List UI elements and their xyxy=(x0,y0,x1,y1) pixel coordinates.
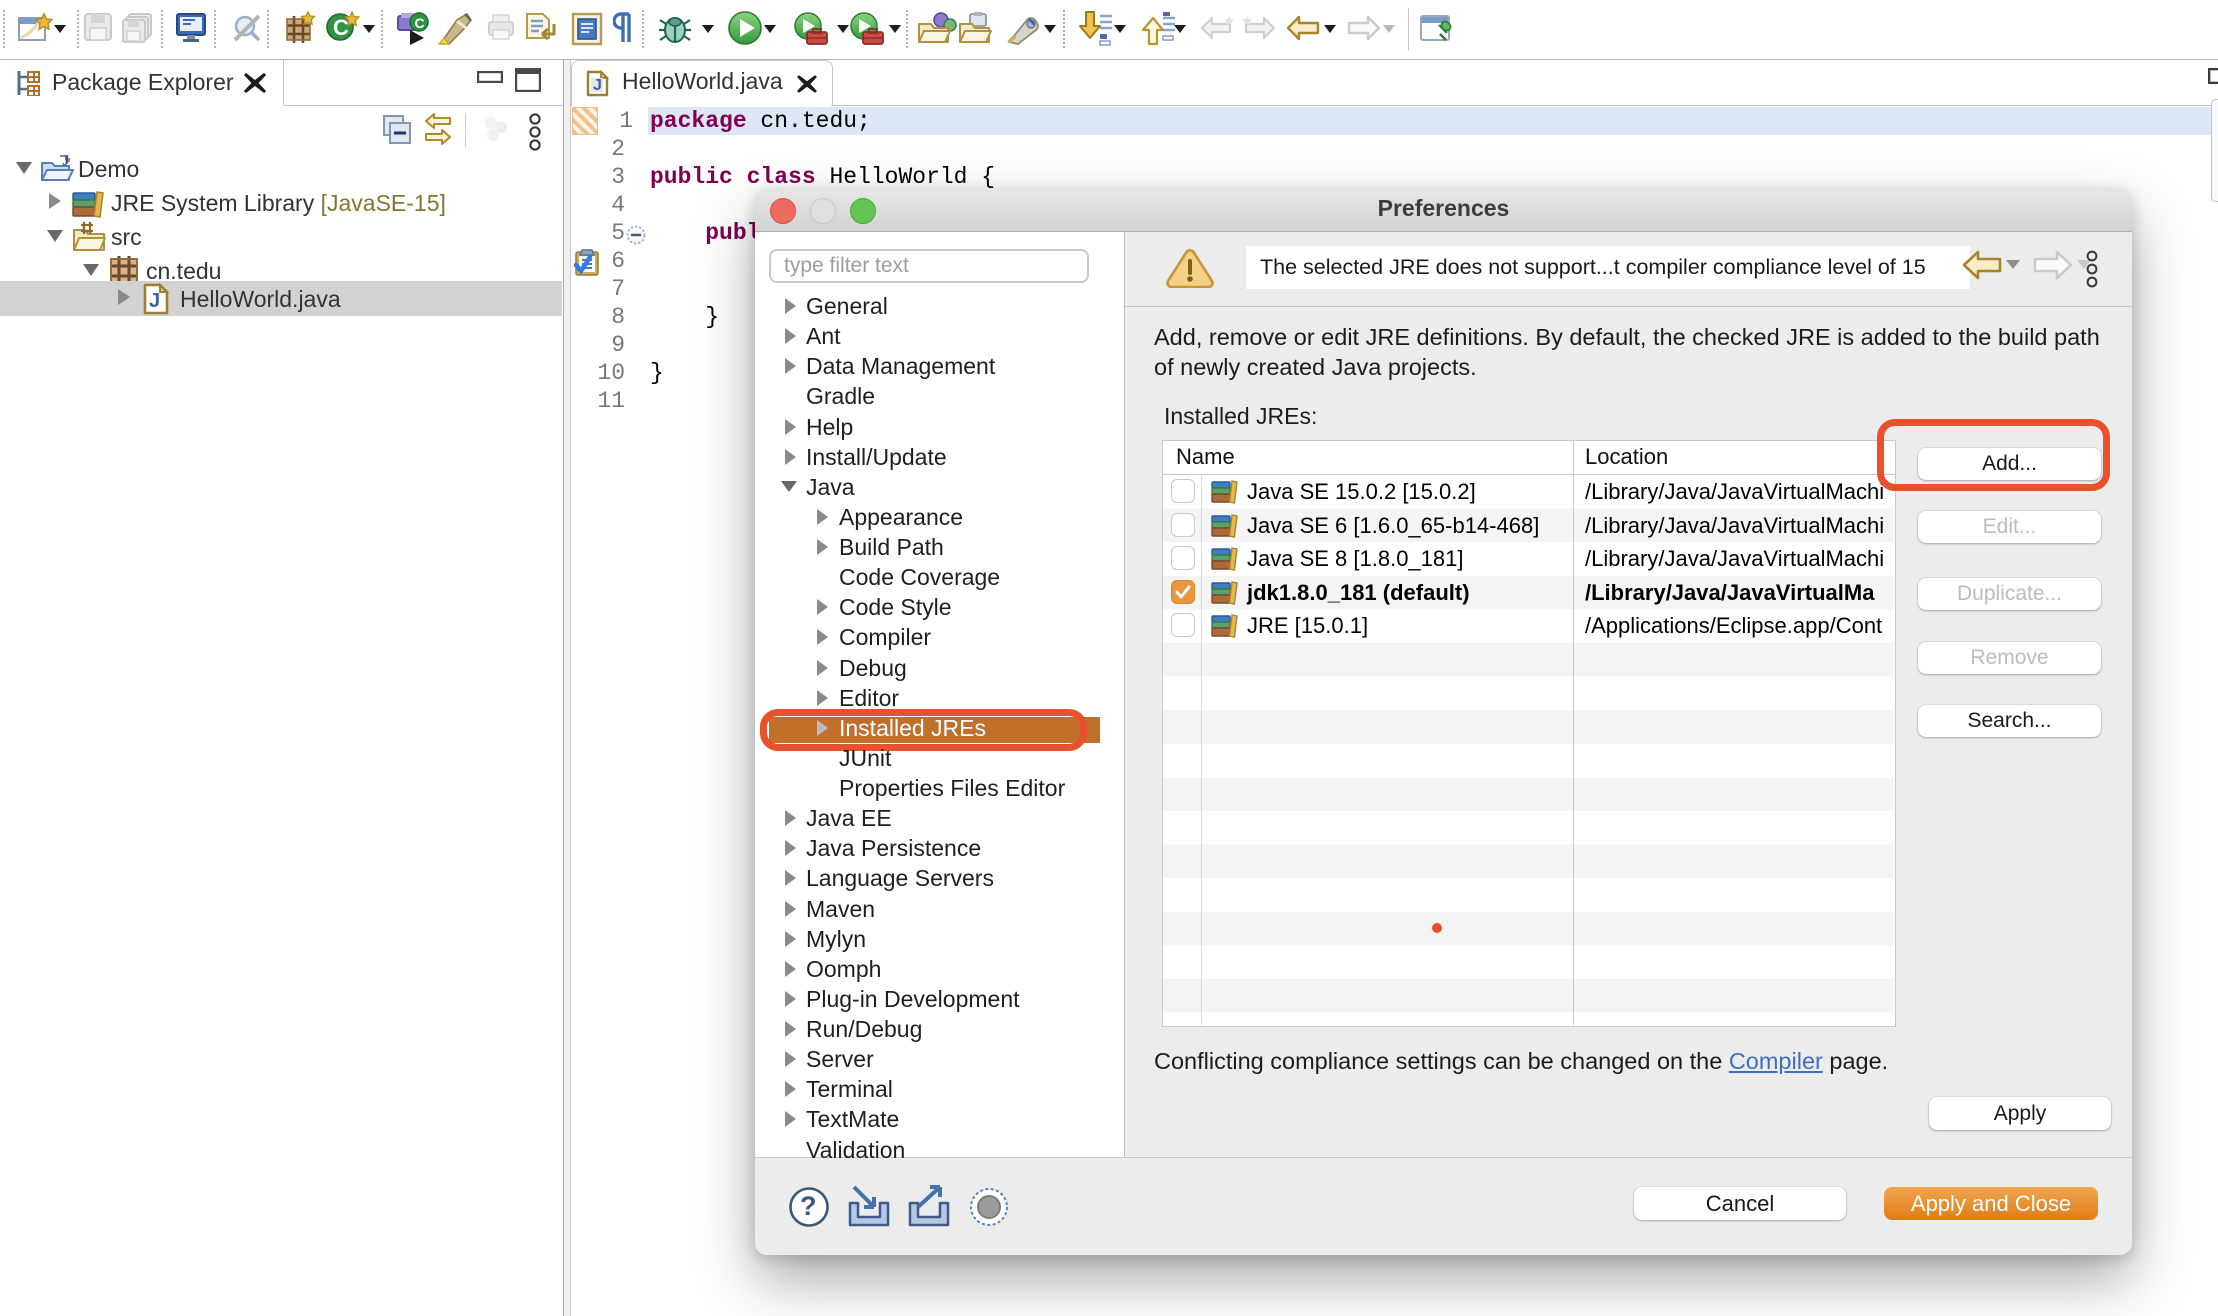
svg-text:?: ? xyxy=(800,1191,817,1221)
svg-text:J: J xyxy=(593,77,602,94)
svg-text:J: J xyxy=(62,153,70,169)
svg-text:J: J xyxy=(149,290,160,312)
svg-text:C: C xyxy=(415,15,425,31)
